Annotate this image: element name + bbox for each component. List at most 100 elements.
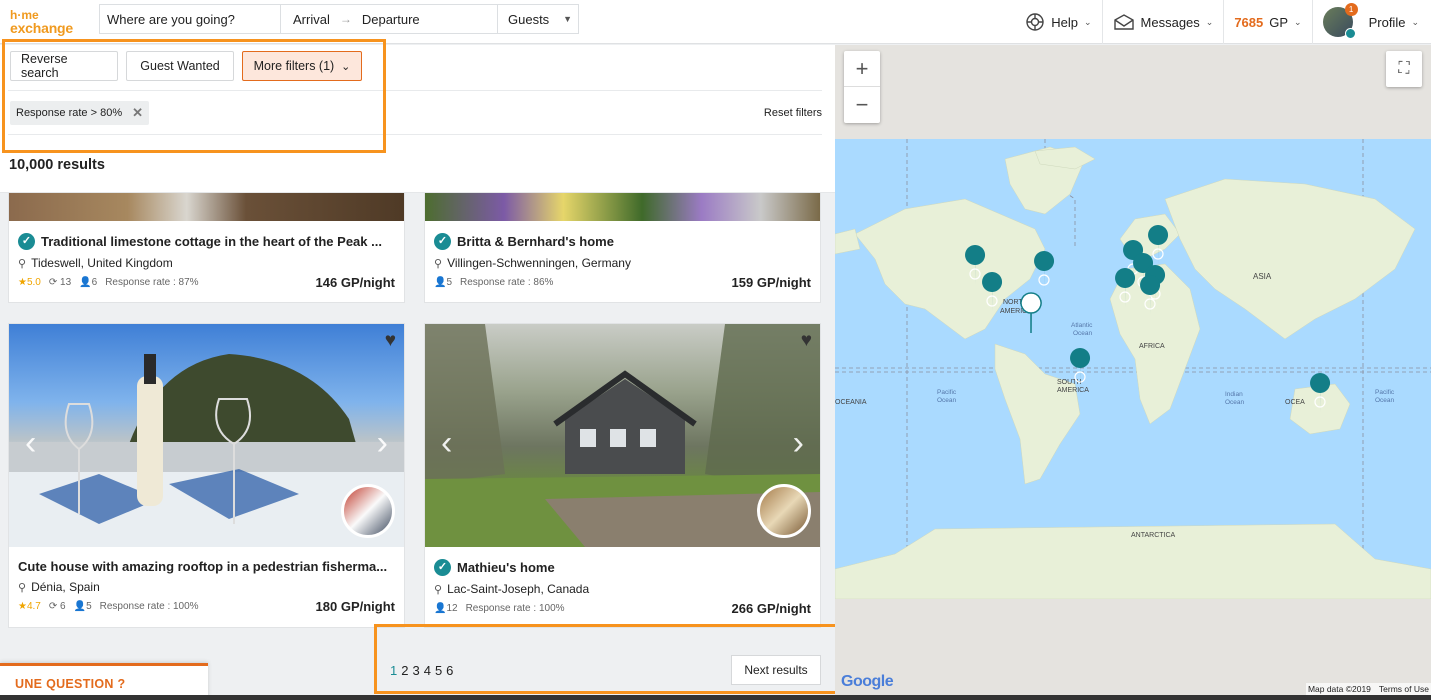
chevron-right-icon[interactable]: › xyxy=(793,424,804,463)
response-rate: Response rate : 86% xyxy=(460,277,554,288)
next-results-button[interactable]: Next results xyxy=(731,655,821,685)
listing-photo[interactable]: ♥ ‹ › xyxy=(425,324,820,547)
guest-points-menu[interactable]: 7685 GP ⌄ xyxy=(1223,0,1311,44)
active-filter-tag[interactable]: Response rate > 80% ✕ xyxy=(10,101,150,125)
guest-wanted-button[interactable]: Guest Wanted xyxy=(126,51,234,81)
listing-location: ⚲ Villingen-Schwenningen, Germany xyxy=(434,256,811,270)
map-label: OCEANIA xyxy=(835,399,867,406)
page-link[interactable]: 2 xyxy=(401,663,408,678)
zoom-in-button[interactable]: + xyxy=(844,51,880,87)
more-filters-button[interactable]: More filters (1) ⌄ xyxy=(242,51,362,81)
page-link[interactable]: 5 xyxy=(435,663,442,678)
guest-capacity: 👤5 xyxy=(73,601,92,612)
listing-title[interactable]: ✓ Britta & Bernhard's home xyxy=(434,233,811,250)
host-avatar[interactable] xyxy=(341,484,395,538)
listing-card[interactable]: ♥ ‹ › Cute house with amazing rooftop in… xyxy=(8,323,405,628)
listing-title[interactable]: ✓ Mathieu's home xyxy=(434,559,811,576)
chevron-right-icon[interactable]: › xyxy=(377,424,388,463)
listing-meta: ★4.7 ⟳ 6 👤5 Response rate : 100% 180 GP/… xyxy=(18,599,395,614)
header-right-nav: Help ⌄ Messages ⌄ 7685 GP ⌄ 1 Profile ⌄ xyxy=(1015,0,1431,44)
google-logo: Google xyxy=(841,673,894,690)
world-map[interactable]: ASIA NORTH AMERICA SOUTH AMERICA AFRICA … xyxy=(835,139,1431,599)
zoom-out-button[interactable]: − xyxy=(844,87,880,123)
guest-capacity: 👤6 xyxy=(79,277,98,288)
map-label: SOUTH xyxy=(1057,379,1082,386)
profile-label: Profile xyxy=(1368,14,1406,30)
chevron-left-icon[interactable]: ‹ xyxy=(25,424,36,463)
exchange-icon: ⟳ xyxy=(48,601,58,612)
top-header: h·me exchange Where are you going? Arriv… xyxy=(0,0,1431,44)
gp-unit: GP xyxy=(1269,14,1289,30)
verified-badge xyxy=(1344,28,1356,39)
close-icon[interactable]: ✕ xyxy=(132,105,143,121)
listings-panel: ✓ Traditional limestone cottage in the h… xyxy=(0,45,835,700)
terms-link[interactable]: Terms of Use xyxy=(1379,684,1429,694)
destination-input[interactable]: Where are you going? xyxy=(99,4,281,34)
heart-icon[interactable]: ♥ xyxy=(801,330,812,352)
guest-capacity: 👤5 xyxy=(434,277,453,288)
envelope-icon xyxy=(1113,14,1134,30)
heart-icon[interactable]: ♥ xyxy=(385,330,396,352)
gp-amount: 7685 xyxy=(1234,14,1264,30)
location-text: Lac-Saint-Joseph, Canada xyxy=(447,582,590,596)
map-label: Ocean xyxy=(1375,397,1395,404)
profile-menu[interactable]: 1 Profile ⌄ xyxy=(1311,0,1431,44)
page-link[interactable]: 6 xyxy=(446,663,453,678)
star-icon: ★ xyxy=(18,277,27,288)
host-avatar[interactable] xyxy=(757,484,811,538)
map-pin-icon: ⚲ xyxy=(18,257,27,270)
zoom-controls: + − xyxy=(844,51,880,123)
chevron-down-icon: ⌄ xyxy=(1205,16,1214,27)
listing-title-text: Cute house with amazing rooftop in a ped… xyxy=(18,559,388,574)
map-label: Pacific xyxy=(1375,389,1395,396)
map-label: Ocean xyxy=(1225,399,1245,406)
date-range-picker[interactable]: Arrival → Departure xyxy=(280,4,498,34)
verified-check-icon: ✓ xyxy=(18,233,35,250)
chevron-down-icon: ⌄ xyxy=(1411,16,1419,27)
fullscreen-button[interactable]: ⛶ xyxy=(1386,51,1422,87)
star-icon: ★ xyxy=(18,601,27,612)
map-label: ASIA xyxy=(1253,272,1272,281)
map-label: ANTARCTICA xyxy=(1131,532,1176,539)
map-label: Ocean xyxy=(937,397,957,404)
divider xyxy=(8,90,822,91)
filter-tag-label: Response rate > 80% xyxy=(16,107,123,119)
listing-price: 146 GP/night xyxy=(315,275,395,290)
departure-label[interactable]: Departure xyxy=(362,12,420,27)
messages-menu[interactable]: Messages ⌄ xyxy=(1101,0,1224,44)
arrival-label[interactable]: Arrival xyxy=(293,12,330,27)
window-bottom-edge xyxy=(0,695,1431,700)
map-pin-icon: ⚲ xyxy=(434,583,443,596)
person-icon: 👤 xyxy=(73,601,87,612)
chevron-down-icon: ⌄ xyxy=(1294,16,1302,27)
exchanges-count: ⟳ 6 xyxy=(48,601,66,612)
rating: ★5.0 xyxy=(18,277,41,288)
guests-select[interactable]: Guests ▼ xyxy=(497,4,579,34)
listing-meta: ★5.0 ⟳ 13 👤6 Response rate : 87% 146 GP/… xyxy=(18,275,395,290)
page-link[interactable]: 1 xyxy=(390,663,397,678)
listing-card[interactable]: ♥ ‹ › ✓ Mathieu's home ⚲ Lac-Saint-Josep… xyxy=(424,323,821,628)
homeexchange-logo[interactable]: h·me exchange xyxy=(0,8,100,36)
logo-line-2: exchange xyxy=(10,19,73,36)
arrow-right-icon: → xyxy=(339,12,352,26)
listing-title[interactable]: Cute house with amazing rooftop in a ped… xyxy=(18,559,395,574)
listing-location: ⚲ Lac-Saint-Joseph, Canada xyxy=(434,582,811,596)
page-link[interactable]: 3 xyxy=(412,663,419,678)
map-panel[interactable]: ASIA NORTH AMERICA SOUTH AMERICA AFRICA … xyxy=(835,45,1431,700)
reset-filters-link[interactable]: Reset filters xyxy=(764,107,822,119)
listing-title[interactable]: ✓ Traditional limestone cottage in the h… xyxy=(18,233,395,250)
listing-meta: 👤5 Response rate : 86% 159 GP/night xyxy=(434,275,811,290)
guest-capacity: 👤12 xyxy=(434,603,458,614)
reverse-search-button[interactable]: Reverse search xyxy=(10,51,118,81)
listing-photo[interactable]: ♥ ‹ › xyxy=(9,324,404,547)
notification-badge: 1 xyxy=(1344,3,1358,16)
chevron-down-icon: ▼ xyxy=(563,14,572,24)
page-link[interactable]: 4 xyxy=(424,663,431,678)
map-label: AFRICA xyxy=(1139,343,1165,350)
rating: ★4.7 xyxy=(18,601,41,612)
listing-title-text: Britta & Bernhard's home xyxy=(457,234,614,249)
map-pin-icon: ⚲ xyxy=(18,581,27,594)
help-menu[interactable]: Help ⌄ xyxy=(1015,0,1101,44)
guests-label: Guests xyxy=(508,11,550,27)
chevron-left-icon[interactable]: ‹ xyxy=(441,424,452,463)
